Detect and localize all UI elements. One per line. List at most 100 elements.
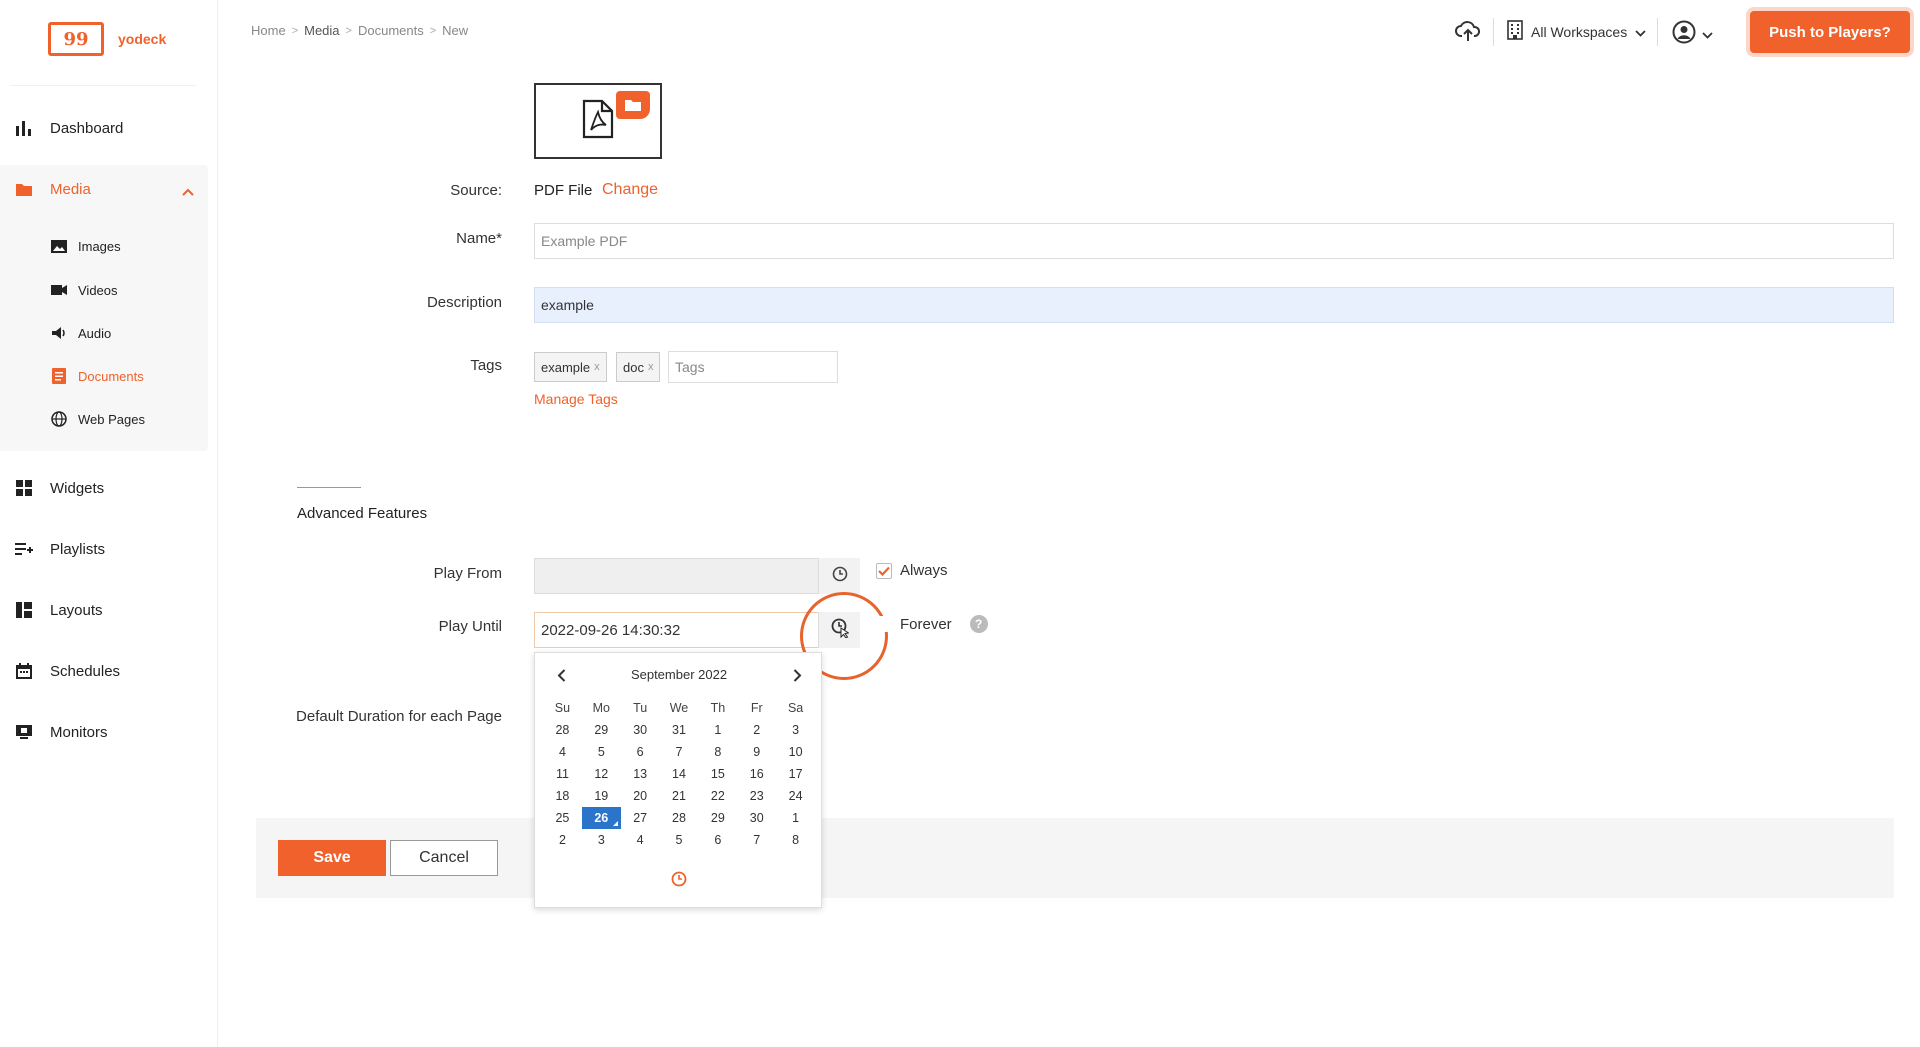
- playlist-icon: [14, 539, 34, 559]
- name-input[interactable]: Example PDF: [534, 223, 1894, 259]
- calendar-day[interactable]: 7: [737, 829, 776, 851]
- chevron-right-icon[interactable]: [787, 665, 807, 685]
- calendar-day[interactable]: 6: [621, 741, 660, 763]
- topbar-divider: [1657, 18, 1658, 46]
- sidebar-item-images[interactable]: Images: [50, 231, 121, 261]
- help-icon[interactable]: ?: [969, 615, 988, 633]
- workspaces-dropdown[interactable]: All Workspaces: [1507, 20, 1646, 43]
- chevron-right-icon: >: [429, 24, 437, 37]
- sidebar-subitem-label: Web Pages: [78, 411, 145, 427]
- chevron-up-icon[interactable]: [182, 183, 194, 200]
- calendar-day[interactable]: 22: [698, 785, 737, 807]
- tag-remove-icon[interactable]: x: [648, 361, 654, 373]
- calendar-day[interactable]: 30: [621, 719, 660, 741]
- calendar-day[interactable]: 14: [660, 763, 699, 785]
- workspaces-label: All Workspaces: [1531, 23, 1628, 40]
- calendar-day[interactable]: 30: [737, 807, 776, 829]
- change-source-link[interactable]: Change: [602, 181, 658, 199]
- calendar-day[interactable]: 23: [737, 785, 776, 807]
- calendar-day-selected[interactable]: 26: [581, 807, 621, 829]
- calendar-day[interactable]: 29: [582, 719, 621, 741]
- calendar-day[interactable]: 12: [582, 763, 621, 785]
- description-input[interactable]: example: [534, 287, 1894, 323]
- tags-input[interactable]: Tags: [668, 351, 838, 383]
- sidebar-item-layouts[interactable]: Layouts: [0, 586, 208, 634]
- always-checkbox-row[interactable]: Always: [876, 562, 948, 579]
- calendar-day[interactable]: 7: [660, 741, 699, 763]
- play-until-picker-button[interactable]: [818, 612, 860, 648]
- cancel-button[interactable]: Cancel: [390, 840, 498, 876]
- manage-tags-link[interactable]: Manage Tags: [534, 391, 618, 407]
- calendar-day[interactable]: 20: [621, 785, 660, 807]
- tag-remove-icon[interactable]: x: [594, 361, 600, 373]
- sidebar-item-schedules[interactable]: Schedules: [0, 647, 208, 695]
- calendar-day[interactable]: 5: [582, 741, 621, 763]
- calendar-day[interactable]: 13: [621, 763, 660, 785]
- always-checkbox[interactable]: [876, 562, 892, 579]
- calendar-day[interactable]: 25: [543, 807, 582, 829]
- forever-checkbox[interactable]: [876, 616, 892, 632]
- calendar-day[interactable]: 8: [698, 741, 737, 763]
- calendar-month-title[interactable]: September 2022: [535, 667, 823, 682]
- calendar-day[interactable]: 9: [737, 741, 776, 763]
- calendar-day[interactable]: 28: [543, 719, 582, 741]
- calendar-day[interactable]: 19: [582, 785, 621, 807]
- calendar-day[interactable]: 1: [698, 719, 737, 741]
- brand-name: yodeck: [118, 31, 167, 47]
- sidebar-item-videos[interactable]: Videos: [50, 275, 118, 305]
- calendar-day[interactable]: 2: [543, 829, 582, 851]
- calendar-day[interactable]: 16: [737, 763, 776, 785]
- push-to-players-button[interactable]: Push to Players?: [1750, 11, 1910, 53]
- play-until-input[interactable]: 2022-09-26 14:30:32: [534, 612, 860, 648]
- calendar-day[interactable]: 15: [698, 763, 737, 785]
- source-value: PDF File: [534, 182, 593, 199]
- layout-icon: [14, 600, 34, 620]
- weekday-label: Th: [710, 701, 726, 715]
- calendar-day[interactable]: 17: [776, 763, 815, 785]
- calendar-day[interactable]: 27: [621, 807, 660, 829]
- calendar-day[interactable]: 21: [660, 785, 699, 807]
- calendar-day[interactable]: 3: [582, 829, 621, 851]
- calendar-day[interactable]: 11: [543, 763, 582, 785]
- sidebar-item-label: Dashboard: [50, 119, 124, 137]
- calendar-day[interactable]: 4: [543, 741, 582, 763]
- app-window: 99 yodeck Dashboard Media Images Videos …: [0, 0, 1920, 1047]
- calendar-day[interactable]: 29: [698, 807, 737, 829]
- save-button[interactable]: Save: [278, 840, 386, 876]
- weekday-label: Tu: [633, 701, 648, 715]
- time-toggle-clock-icon[interactable]: [671, 871, 687, 892]
- calendar-day[interactable]: 5: [660, 829, 699, 851]
- breadcrumb-media[interactable]: Media: [304, 23, 339, 38]
- cloud-upload-icon[interactable]: [1455, 20, 1481, 47]
- calendar-day[interactable]: 2: [737, 719, 776, 741]
- calendar-day[interactable]: 10: [776, 741, 815, 763]
- calendar-day[interactable]: 8: [776, 829, 815, 851]
- sidebar-item-audio[interactable]: Audio: [50, 318, 111, 348]
- calendar-day[interactable]: 31: [660, 719, 699, 741]
- weekday-label: Fr: [750, 701, 763, 715]
- brand-logo[interactable]: 99 yodeck: [48, 22, 166, 56]
- calendar-day[interactable]: 24: [776, 785, 815, 807]
- sidebar-item-playlists[interactable]: Playlists: [0, 525, 208, 573]
- breadcrumb-documents[interactable]: Documents: [358, 23, 424, 38]
- user-menu[interactable]: [1672, 20, 1713, 49]
- sidebar-item-widgets[interactable]: Widgets: [0, 464, 208, 512]
- calendar-day[interactable]: 4: [621, 829, 660, 851]
- sidebar-subitem-label: Audio: [78, 325, 112, 341]
- sidebar-subitem-label: Images: [78, 238, 121, 254]
- calendar-day[interactable]: 28: [660, 807, 699, 829]
- sidebar-item-web-pages[interactable]: Web Pages: [50, 404, 145, 434]
- forever-checkbox-row[interactable]: Forever ?: [876, 615, 988, 633]
- calendar-day[interactable]: 3: [776, 719, 815, 741]
- calendar-day[interactable]: 6: [698, 829, 737, 851]
- sidebar-item-media[interactable]: Media: [0, 165, 208, 213]
- sidebar-item-dashboard[interactable]: Dashboard: [0, 104, 208, 152]
- sidebar-item-monitors[interactable]: Monitors: [0, 708, 208, 756]
- breadcrumb-home[interactable]: Home: [251, 23, 286, 38]
- sidebar-item-label: Widgets: [50, 479, 105, 497]
- sidebar-item-documents[interactable]: Documents: [50, 361, 144, 391]
- sidebar-subitem-label: Documents: [78, 368, 144, 384]
- weekday-label: Sa: [787, 701, 804, 715]
- calendar-day[interactable]: 1: [776, 807, 815, 829]
- calendar-day[interactable]: 18: [543, 785, 582, 807]
